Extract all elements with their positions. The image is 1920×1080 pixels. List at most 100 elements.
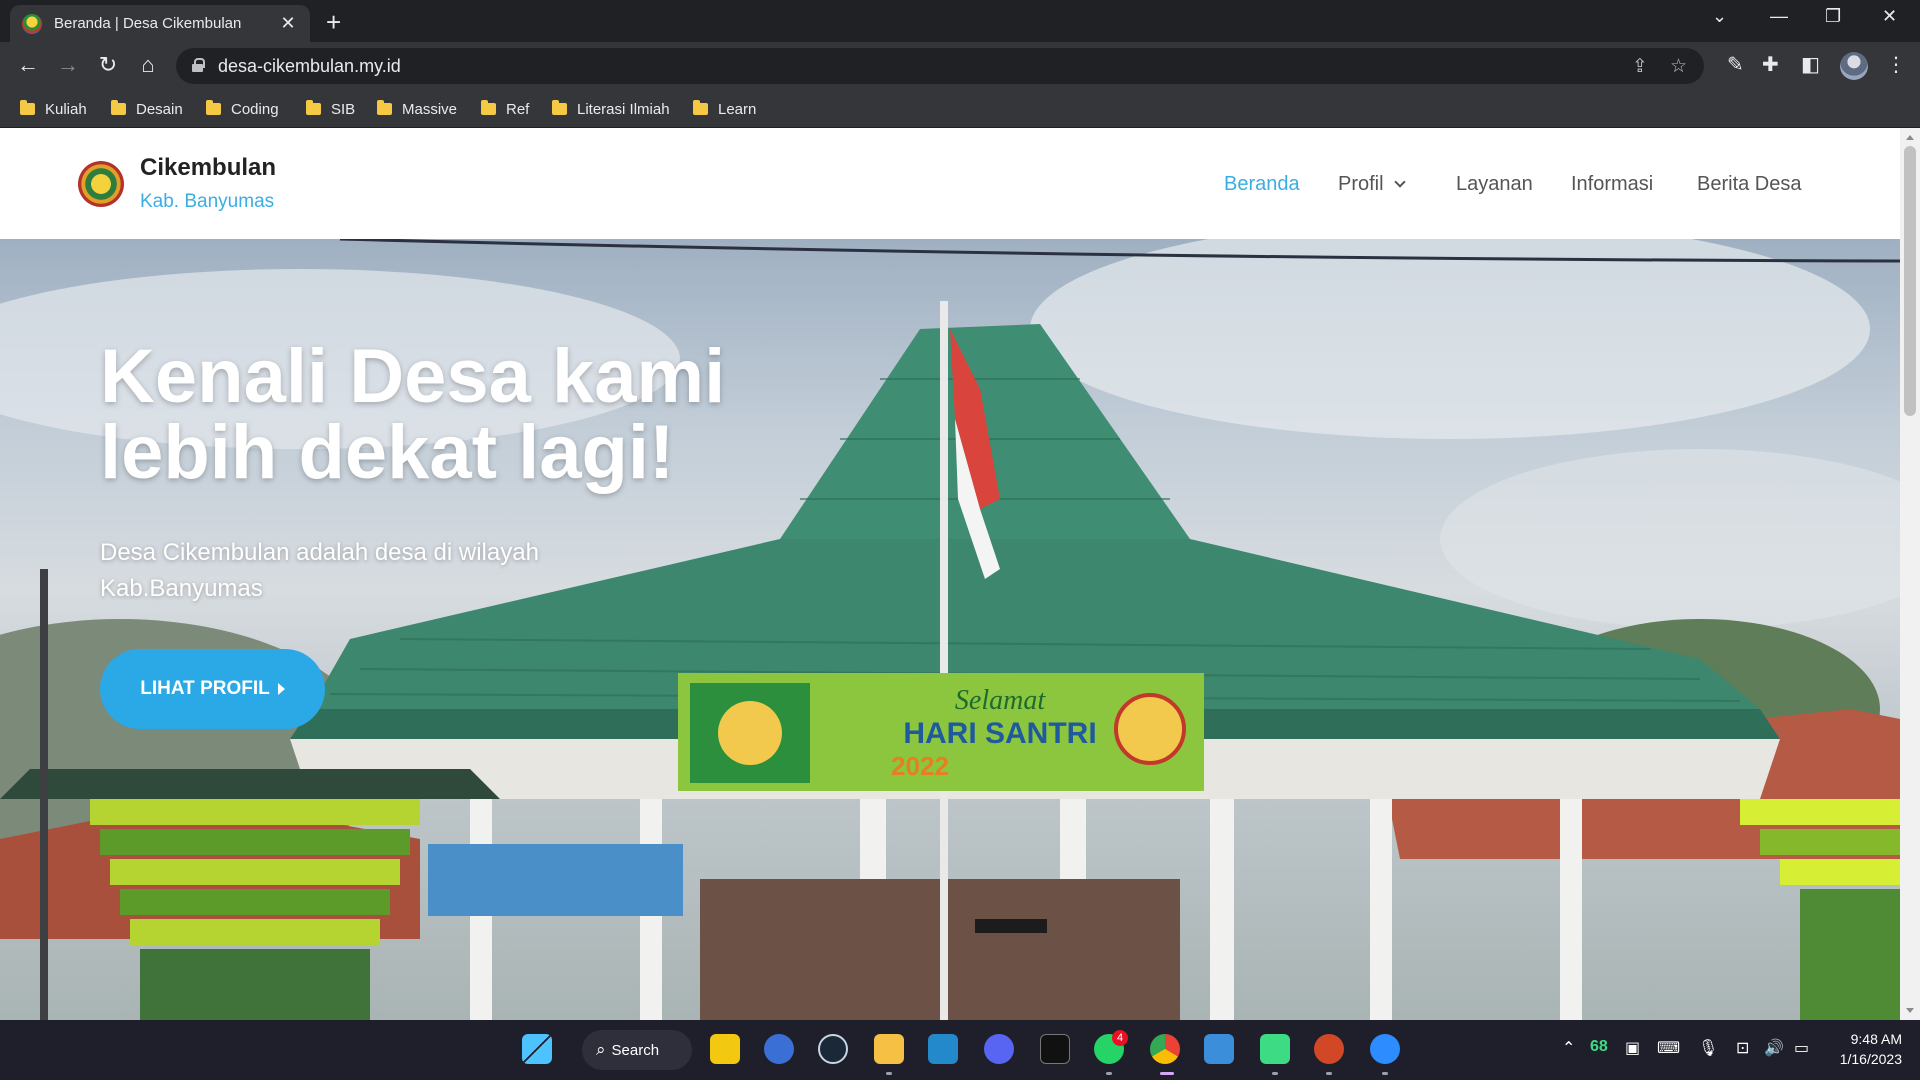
folder-icon	[693, 100, 708, 115]
nav-informasi[interactable]: Informasi	[1571, 173, 1653, 196]
system-clock[interactable]: 9:48 AM 1/16/2023	[1832, 1029, 1902, 1069]
lihat-profil-label: LIHAT PROFIL	[140, 678, 270, 699]
whatsapp-badge: 4	[1112, 1030, 1128, 1046]
site-favicon-icon	[22, 13, 42, 34]
page-scrollbar[interactable]	[1900, 128, 1920, 1020]
bookmark-folder[interactable]: SIB	[306, 96, 355, 122]
bookmark-folder[interactable]: Coding	[206, 96, 279, 122]
tab-strip: Beranda | Desa Cikembulan ✕ + ⌄ — ❐ ✕	[0, 0, 1920, 42]
bookmark-label: Coding	[231, 100, 279, 118]
hero-description: Desa Cikembulan adalah desa di wilayah K…	[100, 539, 539, 602]
nav-profil[interactable]: Profil	[1338, 173, 1406, 196]
back-button[interactable]: ←	[14, 52, 42, 78]
restore-button[interactable]: ❐	[1825, 6, 1841, 27]
running-indicator	[1382, 1072, 1388, 1075]
folder-icon	[306, 100, 321, 115]
folder-icon	[552, 100, 567, 115]
network-icon[interactable]: ⊡	[1736, 1038, 1749, 1058]
share-icon[interactable]: ⇪	[1632, 55, 1648, 78]
extension-pen-icon[interactable]: ✎	[1727, 52, 1744, 77]
steam-icon[interactable]	[818, 1034, 848, 1064]
bookmark-folder[interactable]: Literasi Ilmiah	[552, 96, 670, 122]
chrome-icon[interactable]	[1150, 1034, 1180, 1064]
vscode-icon[interactable]	[928, 1034, 958, 1064]
close-window-button[interactable]: ✕	[1882, 6, 1897, 27]
battery-icon[interactable]: ▭	[1794, 1038, 1809, 1058]
screen: Beranda | Desa Cikembulan ✕ + ⌄ — ❐ ✕ ← …	[0, 0, 1920, 1080]
browser-tab[interactable]: Beranda | Desa Cikembulan ✕	[10, 5, 310, 42]
bookmark-folder[interactable]: Desain	[111, 96, 183, 122]
banner-title: HARI SANTRI	[903, 717, 1096, 750]
tab-search-icon[interactable]: ⌄	[1712, 6, 1727, 27]
reload-button[interactable]: ↻	[94, 52, 122, 78]
search-icon: ⌕	[596, 1040, 606, 1059]
extensions-puzzle-icon[interactable]: ✚	[1762, 52, 1779, 77]
taskbar-search-label: Search	[611, 1041, 660, 1059]
file-explorer-icon[interactable]	[874, 1034, 904, 1064]
profile-avatar[interactable]	[1840, 52, 1868, 80]
close-tab-icon[interactable]: ✕	[278, 13, 298, 34]
banner-heading: Selamat	[955, 685, 1046, 716]
nav-layanan[interactable]: Layanan	[1456, 173, 1533, 196]
android-studio-icon[interactable]	[1260, 1034, 1290, 1064]
forward-button[interactable]: →	[54, 52, 82, 78]
bookmark-label: Kuliah	[45, 100, 87, 118]
tray-overflow-chevron-icon[interactable]: ⌃	[1562, 1038, 1575, 1058]
tab-title: Beranda | Desa Cikembulan	[54, 15, 242, 32]
banner-year: 2022	[891, 751, 949, 781]
scrollbar-thumb[interactable]	[1904, 146, 1916, 416]
menu-kebab-icon[interactable]: ⋮	[1886, 52, 1906, 77]
bookmarks-bar: Kuliah Desain Coding SIB Massive Ref Lit…	[0, 90, 1920, 128]
bookmark-label: Desain	[136, 100, 183, 118]
page-viewport: Cikembulan Kab. Banyumas Beranda Profil …	[0, 128, 1920, 1020]
village-emblem-logo[interactable]	[78, 161, 124, 207]
chevron-down-icon	[1393, 176, 1406, 188]
bookmark-label: Literasi Ilmiah	[577, 100, 670, 118]
powerpoint-icon[interactable]	[1314, 1034, 1344, 1064]
caret-right-icon	[277, 683, 285, 695]
minimize-button[interactable]: —	[1770, 6, 1788, 27]
url-text[interactable]: desa-cikembulan.my.id	[218, 56, 401, 77]
folder-icon	[111, 100, 126, 115]
sticky-notes-icon[interactable]	[710, 1034, 740, 1064]
side-panel-icon[interactable]: ◧	[1801, 52, 1820, 77]
nav-beranda[interactable]: Beranda	[1224, 173, 1300, 196]
clock-time: 9:48 AM	[1850, 1031, 1902, 1047]
scroll-down-arrow-icon[interactable]	[1906, 1008, 1914, 1013]
bookmark-folder[interactable]: Ref	[481, 96, 529, 122]
bookmark-star-icon[interactable]: ☆	[1670, 55, 1687, 78]
nav-berita-desa[interactable]: Berita Desa	[1697, 173, 1802, 196]
meet-now-icon[interactable]: ▣	[1625, 1038, 1640, 1058]
bookmark-folder[interactable]: Massive	[377, 96, 457, 122]
bookmark-label: SIB	[331, 100, 356, 118]
bookmark-label: Ref	[506, 100, 530, 118]
folder-icon	[377, 100, 392, 115]
scroll-up-arrow-icon[interactable]	[1906, 135, 1914, 140]
new-tab-button[interactable]: +	[326, 7, 341, 38]
volume-icon[interactable]: 🔊	[1764, 1038, 1784, 1058]
folder-icon	[206, 100, 221, 115]
brand-name[interactable]: Cikembulan	[140, 154, 276, 182]
home-button[interactable]: ⌂	[134, 52, 162, 78]
vpn-app-icon[interactable]	[764, 1034, 794, 1064]
zoom-icon[interactable]	[1370, 1034, 1400, 1064]
bookmark-folder[interactable]: Kuliah	[20, 96, 87, 122]
taskbar-search-button[interactable]: ⌕ Search	[582, 1030, 692, 1070]
address-bar[interactable]: desa-cikembulan.my.id ⇪ ☆	[176, 48, 1704, 84]
windows-start-icon[interactable]	[522, 1034, 552, 1064]
bookmark-folder[interactable]: Learn	[693, 96, 756, 122]
terminal-icon[interactable]	[1040, 1034, 1070, 1064]
notepad-icon[interactable]	[1204, 1034, 1234, 1064]
discord-icon[interactable]	[984, 1034, 1014, 1064]
weather-temperature[interactable]: 68	[1590, 1038, 1608, 1056]
browser-toolbar: ← → ↻ ⌂ desa-cikembulan.my.id ⇪ ☆ ✎ ✚ ◧ …	[0, 42, 1920, 90]
microphone-icon[interactable]: 🎙	[1698, 1038, 1718, 1058]
lihat-profil-button[interactable]: LIHAT PROFIL	[100, 649, 325, 729]
running-indicator	[1272, 1072, 1278, 1075]
running-indicator	[886, 1072, 892, 1075]
active-indicator	[1160, 1072, 1174, 1075]
lock-icon[interactable]	[192, 58, 205, 72]
hero-title: Kenali Desa kami lebih dekat lagi!	[100, 334, 726, 495]
keyboard-icon[interactable]: ⌨	[1657, 1038, 1680, 1058]
nav-profil-label: Profil	[1338, 173, 1384, 195]
